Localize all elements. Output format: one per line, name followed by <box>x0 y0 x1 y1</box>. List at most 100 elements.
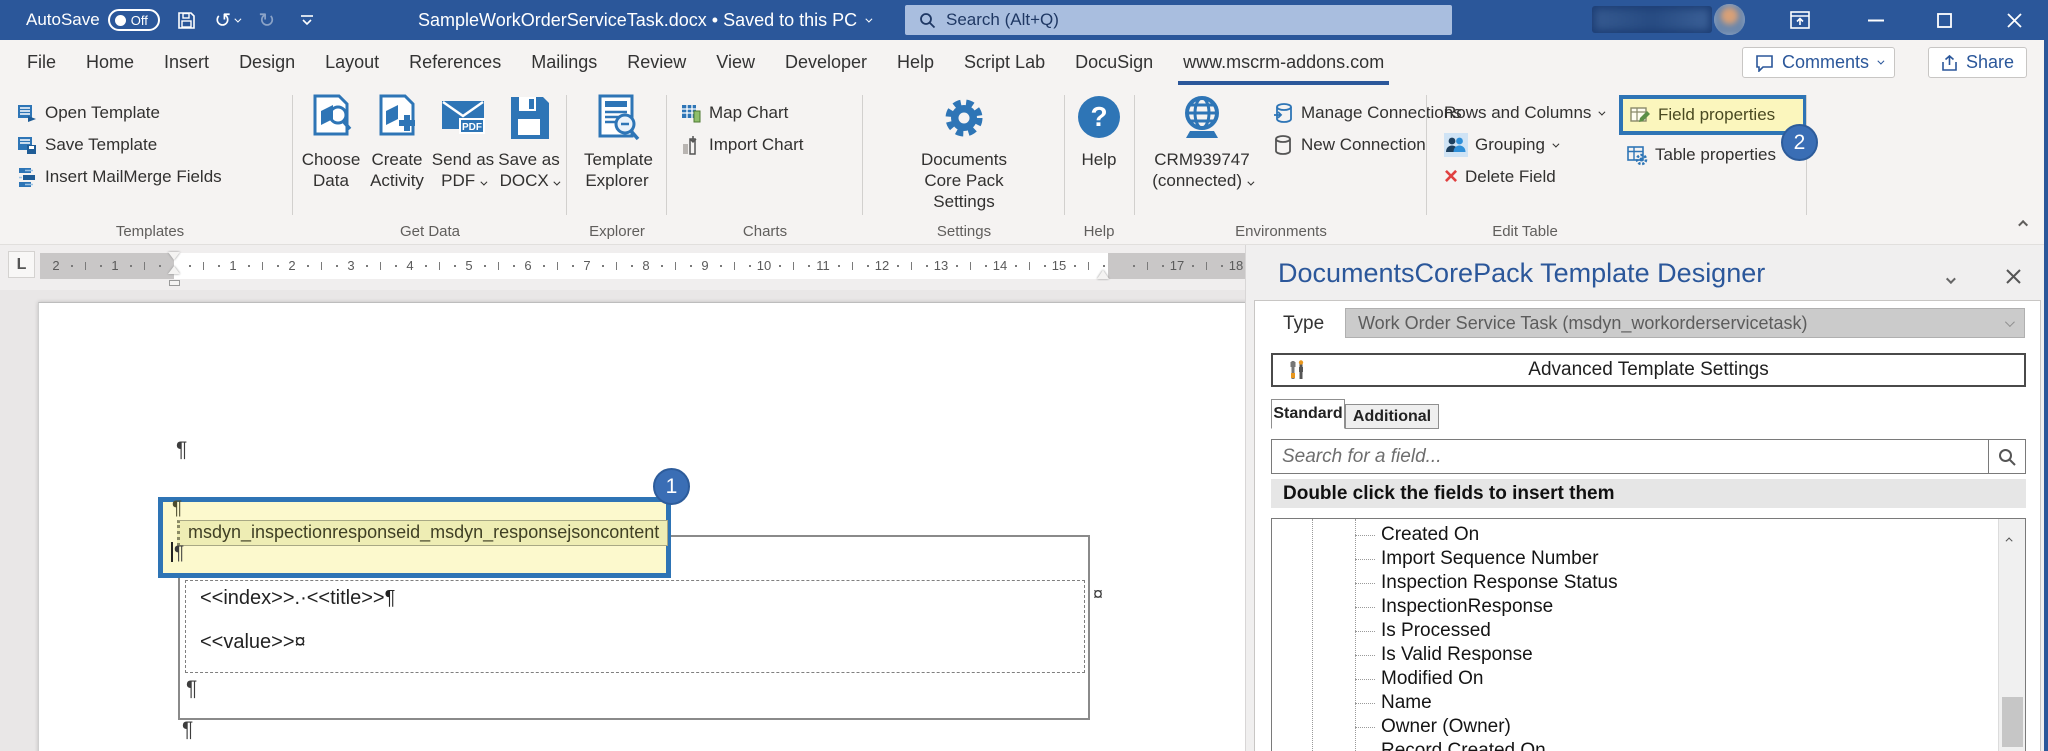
tab-review[interactable]: Review <box>612 40 701 85</box>
undo-icon[interactable]: ↺ <box>214 7 240 33</box>
help-icon: ? <box>1075 93 1123 141</box>
field-item-label: Is Processed <box>1381 620 1491 642</box>
minimize-button[interactable] <box>1848 0 1904 40</box>
field-item[interactable]: Record Created On <box>1272 739 1997 751</box>
scroll-up-icon[interactable] <box>2008 529 2013 547</box>
close-button[interactable] <box>1986 0 2042 40</box>
quick-access-toolbar-icon[interactable] <box>294 7 320 33</box>
tab-layout[interactable]: Layout <box>310 40 394 85</box>
share-button[interactable]: Share <box>1928 47 2027 78</box>
table-cell[interactable]: <<index>>.·<<title>>¶ <<value>>¤ <box>185 580 1085 673</box>
collapse-ribbon-icon[interactable] <box>2021 214 2028 232</box>
hanging-indent-marker[interactable] <box>168 266 180 274</box>
grouping-button[interactable]: Grouping <box>1444 131 1557 159</box>
save-template-icon <box>16 134 38 156</box>
right-indent-marker[interactable] <box>1097 270 1109 279</box>
tab-home[interactable]: Home <box>71 40 149 85</box>
pane-options-chevron-icon[interactable] <box>1946 271 1953 289</box>
field-search-input[interactable] <box>1272 440 1988 473</box>
manage-connections-icon <box>1272 102 1294 124</box>
field-properties-button[interactable]: Field properties <box>1619 95 1807 135</box>
search-bar[interactable] <box>905 5 1452 35</box>
crm-connection-button[interactable]: CRM939747(connected) <box>1142 93 1262 191</box>
field-item-label: Is Valid Response <box>1381 644 1533 666</box>
document-title[interactable]: SampleWorkOrderServiceTask.docx • Saved … <box>418 0 870 40</box>
tab-file[interactable]: File <box>12 40 71 85</box>
help-button[interactable]: ? Help <box>1066 93 1132 170</box>
grouping-icon <box>1445 134 1467 156</box>
redo-icon[interactable]: ↻ <box>254 7 280 33</box>
advanced-template-settings-button[interactable]: Advanced Template Settings <box>1271 353 2026 387</box>
open-template-button[interactable]: Open Template <box>16 99 160 127</box>
tab-view[interactable]: View <box>701 40 770 85</box>
new-connection-icon <box>1272 134 1294 156</box>
tab-developer[interactable]: Developer <box>770 40 882 85</box>
pane-content: Type Work Order Service Task (msdyn_work… <box>1254 300 2041 751</box>
word-window: AutoSave Off ↺ ↻ SampleWorkOrderServiceT… <box>0 0 2048 751</box>
tab-design[interactable]: Design <box>224 40 310 85</box>
save-icon[interactable] <box>174 7 200 33</box>
insert-mailmerge-fields-button[interactable]: Insert MailMerge Fields <box>16 163 222 191</box>
send-as-pdf-button[interactable]: PDF Send as PDF <box>430 93 496 191</box>
comments-button[interactable]: Comments <box>1742 47 1895 78</box>
table-properties-button[interactable]: Table properties <box>1626 141 1776 169</box>
group-edit-table: Rows and Columns Grouping × Delete Field… <box>1430 85 1804 245</box>
tab-references[interactable]: References <box>394 40 516 85</box>
first-line-indent-marker[interactable] <box>168 252 180 260</box>
tab-mailings[interactable]: Mailings <box>516 40 612 85</box>
create-activity-button[interactable]: Create Activity <box>364 93 430 191</box>
field-item[interactable]: Is Processed <box>1272 619 1997 643</box>
field-item[interactable]: Owner (Owner) <box>1272 715 1997 739</box>
ruler-number: 14 <box>993 258 1007 273</box>
field-item[interactable]: Inspection Response Status <box>1272 571 1997 595</box>
left-indent-marker[interactable] <box>169 280 180 286</box>
field-item[interactable]: Import Sequence Number <box>1272 547 1997 571</box>
tab-standard[interactable]: Standard <box>1271 399 1345 429</box>
field-item[interactable]: InspectionResponse <box>1272 595 1997 619</box>
dcp-settings-button[interactable]: Documents Core Pack Settings <box>914 93 1014 212</box>
tree-connector <box>1355 679 1375 680</box>
pane-close-icon[interactable] <box>1998 261 2028 291</box>
field-item[interactable]: Modified On <box>1272 667 1997 691</box>
maximize-button[interactable] <box>1916 0 1972 40</box>
tab-insert[interactable]: Insert <box>149 40 224 85</box>
delete-field-button[interactable]: × Delete Field <box>1444 163 1556 191</box>
autosave-control: AutoSave Off <box>26 9 160 31</box>
ruler-number: 3 <box>347 258 354 273</box>
save-as-docx-button[interactable]: Save as DOCX <box>496 93 562 191</box>
tab-stop-selector[interactable]: L <box>8 251 35 278</box>
group-charts: Map Chart Import Chart Charts <box>670 85 860 245</box>
mailmerge-fields-icon <box>16 166 38 188</box>
new-connection-button[interactable]: New Connection <box>1272 131 1426 159</box>
avatar[interactable] <box>1714 4 1745 35</box>
group-settings: Documents Core Pack Settings Settings <box>866 85 1062 245</box>
tab-help[interactable]: Help <box>882 40 949 85</box>
save-template-button[interactable]: Save Template <box>16 131 157 159</box>
map-chart-button[interactable]: Map Chart <box>680 99 788 127</box>
scrollbar-thumb[interactable] <box>2002 697 2023 747</box>
search-input[interactable] <box>946 10 1366 30</box>
field-item[interactable]: Is Valid Response <box>1272 643 1997 667</box>
tab-docusign[interactable]: DocuSign <box>1060 40 1168 85</box>
pane-title: DocumentsCorePack Template Designer <box>1278 258 1765 289</box>
field-item[interactable]: Name <box>1272 691 1997 715</box>
field-search-button[interactable] <box>1988 440 2025 473</box>
field-list-scrollbar[interactable] <box>1998 519 2025 751</box>
ribbon-display-options-icon[interactable] <box>1772 0 1828 40</box>
rows-and-columns-button[interactable]: Rows and Columns <box>1444 99 1603 127</box>
ruler-band: L 211234567891011121314151718 <box>0 245 1245 290</box>
template-explorer-button[interactable]: Template Explorer <box>584 93 650 191</box>
choose-data-button[interactable]: Choose Data <box>298 93 364 191</box>
autosave-toggle[interactable]: Off <box>108 9 160 31</box>
save-docx-chevron-icon <box>554 179 561 186</box>
tree-connector <box>1355 607 1375 608</box>
tab-script-lab[interactable]: Script Lab <box>949 40 1060 85</box>
field-item-label: Name <box>1381 692 1432 714</box>
import-chart-button[interactable]: Import Chart <box>680 131 803 159</box>
tab-additional[interactable]: Additional <box>1345 404 1439 429</box>
tab-www-mscrm-addons-com[interactable]: www.mscrm-addons.com <box>1168 40 1399 85</box>
type-dropdown[interactable]: Work Order Service Task (msdyn_workorder… <box>1345 308 2025 338</box>
user-account[interactable] <box>1592 6 1712 33</box>
field-item[interactable]: Created On <box>1272 523 1997 547</box>
merge-field-tag[interactable]: msdyn_inspectionresponseid_msdyn_respons… <box>177 520 668 546</box>
